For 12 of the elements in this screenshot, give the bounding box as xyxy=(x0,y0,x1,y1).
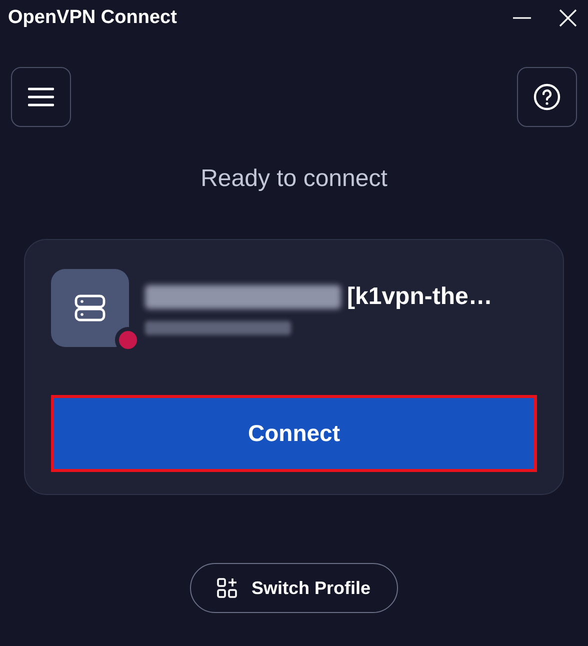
grid-plus-icon xyxy=(217,578,238,598)
profile-name: [k1vpn-the… xyxy=(347,282,492,312)
switch-profile-button[interactable]: Switch Profile xyxy=(190,563,398,613)
help-icon xyxy=(533,83,561,111)
help-button[interactable] xyxy=(517,67,577,127)
status-text: Ready to connect xyxy=(200,164,388,194)
menu-button[interactable] xyxy=(11,67,71,127)
close-icon[interactable] xyxy=(558,8,578,28)
profile-icon xyxy=(51,269,129,347)
connect-button[interactable]: Connect xyxy=(51,395,537,472)
menu-icon xyxy=(28,87,54,107)
window-title: OpenVPN Connect xyxy=(8,6,177,30)
